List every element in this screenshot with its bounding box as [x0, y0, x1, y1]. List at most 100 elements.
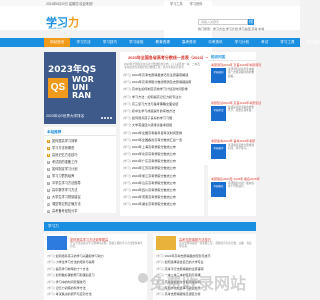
qa-item[interactable]: 考研复试2024年 及首2024年考研复试 考研复试 复试是考研录取的重要环节，需要… — [211, 101, 261, 121]
news-item[interactable]: [学习]2024年北京高考录取分数线公布 — [123, 151, 191, 158]
header: 学习 力 xuexili.com 请输入关键字 搜 热门搜索：学习方法 学习计划… — [0, 6, 300, 31]
news-item[interactable]: [学习]2024年全国各省高考分数线汇总一览 — [123, 137, 191, 144]
rank-number: 2 — [47, 147, 50, 150]
news-title: 2024年湖北高考录取分数线公布 — [131, 202, 176, 207]
recommend-item[interactable]: 6 学习习惯的培养 — [47, 173, 81, 180]
news-category: [学习] — [123, 94, 131, 99]
qa-item-thumbnail[interactable]: 考研报名 — [211, 182, 226, 197]
news-title: 2024年全国各省高考分数线汇总一览 — [131, 137, 183, 142]
main-nav: 网站首页 学习方法 学习技巧 学习经验 教育资源 高考资讯 中考资讯 学习计划 … — [0, 38, 320, 47]
nav-item[interactable]: 学习计划 — [229, 38, 255, 47]
image-slider[interactable]: 2023年QS QS WOR UNI RAN 2023年QS世界大学排名 — [44, 52, 116, 124]
panel-item-title: 如何培养孩子的学习兴趣和学习动力 — [55, 254, 104, 258]
nav-item[interactable]: 学习资料 — [301, 38, 320, 47]
recommend-item[interactable]: 8 高中数学学习方法 — [47, 187, 81, 194]
news-item[interactable]: [学习]2024年上海高考录取分数线公布 — [123, 144, 191, 151]
recommend-item[interactable]: 4 考试前的准备工作 — [47, 159, 81, 166]
qa-item[interactable]: 考研备考2024年 备考2024年考研 考研备考 考研备考需要合理规划时间，科学复习… — [211, 139, 255, 159]
news-item[interactable]: [学习]高三复习方法与备考策略全面总结 — [123, 101, 191, 108]
nav-item[interactable]: 教育资源 — [150, 38, 176, 47]
recommend-item-label: 学习习惯的培养 — [52, 174, 75, 178]
recommend-item-label: 学习方法有哪些 — [52, 146, 75, 150]
qa-item-title[interactable]: 考研调剂2024年 及首2024年考研调剂 — [211, 63, 261, 67]
panel-item-category: [学习] — [156, 254, 164, 258]
qa-item[interactable]: 考研调剂2024年 及首2024年考研调剂 考研调剂 考研调剂是指考生未被第一志愿录… — [211, 63, 261, 83]
news-category: [学习] — [123, 195, 131, 200]
qa-item-desc: 考研备考需要合理规划时间，科学复习。 — [228, 144, 254, 151]
panel-left: 如何提高学习方法效率更高 学习方法是提高学习效率的关键，掌握正确的学习方法能够事… — [44, 234, 147, 300]
qa-item-title[interactable]: 考研备考2024年 备考2024年考研 — [211, 139, 255, 143]
qa-item-title[interactable]: 考研复试2024年 及首2024年考研复试 — [211, 101, 261, 105]
news-title: 初中生学习成绩提升的有效方法 — [131, 108, 176, 113]
recommend-item[interactable]: 11 高考备考经验分享 — [47, 208, 81, 215]
panel-item[interactable]: [学习]考试焦虑的调节与应对方法 — [47, 291, 104, 297]
section-tab[interactable]: 学习力 — [48, 222, 59, 231]
news-title: 大学英语四六级考试备考经验 — [131, 123, 173, 128]
news-title: 高中生如何制定高效学习计划及时间安排 — [131, 87, 188, 92]
panel-item-title: 如何做好课前预习和课后复习 — [55, 273, 95, 278]
qa-item-thumbnail[interactable]: 考研调剂 — [211, 68, 226, 83]
news-category: [学习] — [123, 137, 131, 142]
news-category: [学习] — [123, 87, 131, 92]
recommend-item[interactable]: 5 如何制定学习计划 — [47, 166, 81, 173]
qa-item[interactable]: 考研报名2023至 2025年 报名2025年 考研报名 考研报名时间一般在每年十月… — [211, 177, 260, 197]
slider-caption[interactable]: 2023年QS世界大学排名 — [46, 114, 84, 119]
recommend-item[interactable]: 7 中学生学习方法指导 — [47, 180, 81, 187]
panel-item-category: [学习] — [156, 260, 164, 265]
nav-item-home[interactable]: 网站首页 — [44, 38, 71, 47]
news-category: [学习] — [123, 73, 131, 77]
news-item[interactable]: [学习]2024年山东高考录取分数线公布 — [123, 180, 191, 187]
watermark: 免费收录网站 — [150, 274, 247, 293]
news-item[interactable]: [学习]2024年浙江高考录取分数线公布 — [123, 173, 191, 180]
news-item[interactable]: [学习]2024年湖北高考录取分数线公布 — [123, 201, 191, 208]
panel-thumbnail[interactable] — [156, 236, 176, 250]
news-item[interactable]: [学习]2024年河南高考录取分数线公布 — [123, 194, 191, 201]
panel-item-title: 考试焦虑的调节与应对方法 — [55, 292, 92, 297]
panel-item-category: [学习] — [47, 254, 55, 258]
panel-item-category: [学习] — [47, 260, 55, 265]
news-title: 如何培养孩子良好的学习习惯 — [131, 116, 173, 121]
search-button[interactable]: 搜 — [248, 19, 254, 25]
news-item[interactable]: [学习]高中生如何制定高效学习计划及时间安排 — [123, 86, 191, 93]
rank-number: 11 — [47, 210, 50, 213]
news-item[interactable]: [学习]2024年四川高考录取分数线公布 — [123, 187, 191, 194]
nav-item[interactable]: 学习工具 — [274, 38, 300, 47]
qa-item-thumbnail[interactable]: 考研备考 — [211, 144, 226, 159]
recommend-item[interactable]: 3 高效记忆方法技巧 — [47, 152, 81, 159]
qa-item-thumbnail[interactable]: 考研复试 — [211, 106, 226, 121]
news-item[interactable]: [学习]初中生学习成绩提升的有效方法 — [123, 108, 191, 115]
recommend-item[interactable]: 10 课堂笔记的正确方法 — [47, 201, 81, 208]
qa-item-title[interactable]: 考研报名2023至 2025年 报名2025年 — [211, 177, 260, 181]
nav-item[interactable]: 学习技巧 — [97, 38, 123, 47]
news-title: 2024年四川高考录取分数线公布 — [131, 188, 176, 192]
news-item[interactable]: [学习]2024年高考志愿填报技巧及注意事项解读 — [123, 72, 191, 79]
search-input[interactable]: 请输入关键字 — [198, 19, 248, 25]
panel-thumbnail[interactable] — [47, 236, 67, 250]
nav-item[interactable]: 高考资讯 — [176, 38, 202, 47]
site-logo[interactable]: 学习 力 xuexili.com — [44, 14, 80, 30]
panel-item-category: [学习] — [47, 273, 55, 278]
slider-dots[interactable] — [100, 116, 112, 120]
news-item[interactable]: [学习]2024年全国高考各科目考试时间安排 — [123, 130, 191, 137]
nav-item[interactable]: 学习方法 — [70, 38, 96, 47]
panel-item[interactable]: [学习]如何选择适合自己的大学专业 — [156, 259, 210, 265]
news-item[interactable]: [学习]学习方法：如何提高记忆力和专注力 — [123, 94, 191, 101]
news-item[interactable]: [学习]如何培养孩子良好的学习习惯 — [123, 115, 191, 122]
news-item[interactable]: [学习]2024年高考录取分数线预测及志愿填报指南 — [123, 79, 191, 86]
nav-item[interactable]: 中考资讯 — [202, 38, 228, 47]
nav-item[interactable]: 考试 — [255, 38, 274, 47]
slider-headline: WOR UNI RAN — [72, 75, 94, 100]
nav-item[interactable]: 学习经验 — [123, 38, 149, 47]
news-item[interactable]: [学习]2024年广东高考录取分数线公布 — [123, 158, 191, 165]
headline-title[interactable]: 2023年全国各省高考分数线一览表（2023）一本 — [128, 55, 214, 61]
rank-number: 9 — [47, 196, 50, 199]
news-item[interactable]: [学习]2024年江苏高考录取分数线公布 — [123, 165, 191, 172]
recommend-item[interactable]: 9 大学生学习规划建议 — [47, 194, 81, 201]
watermark-icon — [138, 273, 148, 283]
rank-number: 5 — [47, 168, 50, 171]
hot-search-links[interactable]: 热门搜索：学习方法 学习计划 学习总结 高考 中考 — [198, 27, 264, 31]
panel-item-category: [学习] — [47, 285, 55, 290]
news-item[interactable]: [学习]大学英语四六级考试备考经验 — [123, 122, 191, 129]
recommend-item[interactable]: 2 学习方法有哪些 — [47, 145, 81, 152]
recommend-item[interactable]: 1 如何提高学习效率 — [47, 138, 81, 145]
